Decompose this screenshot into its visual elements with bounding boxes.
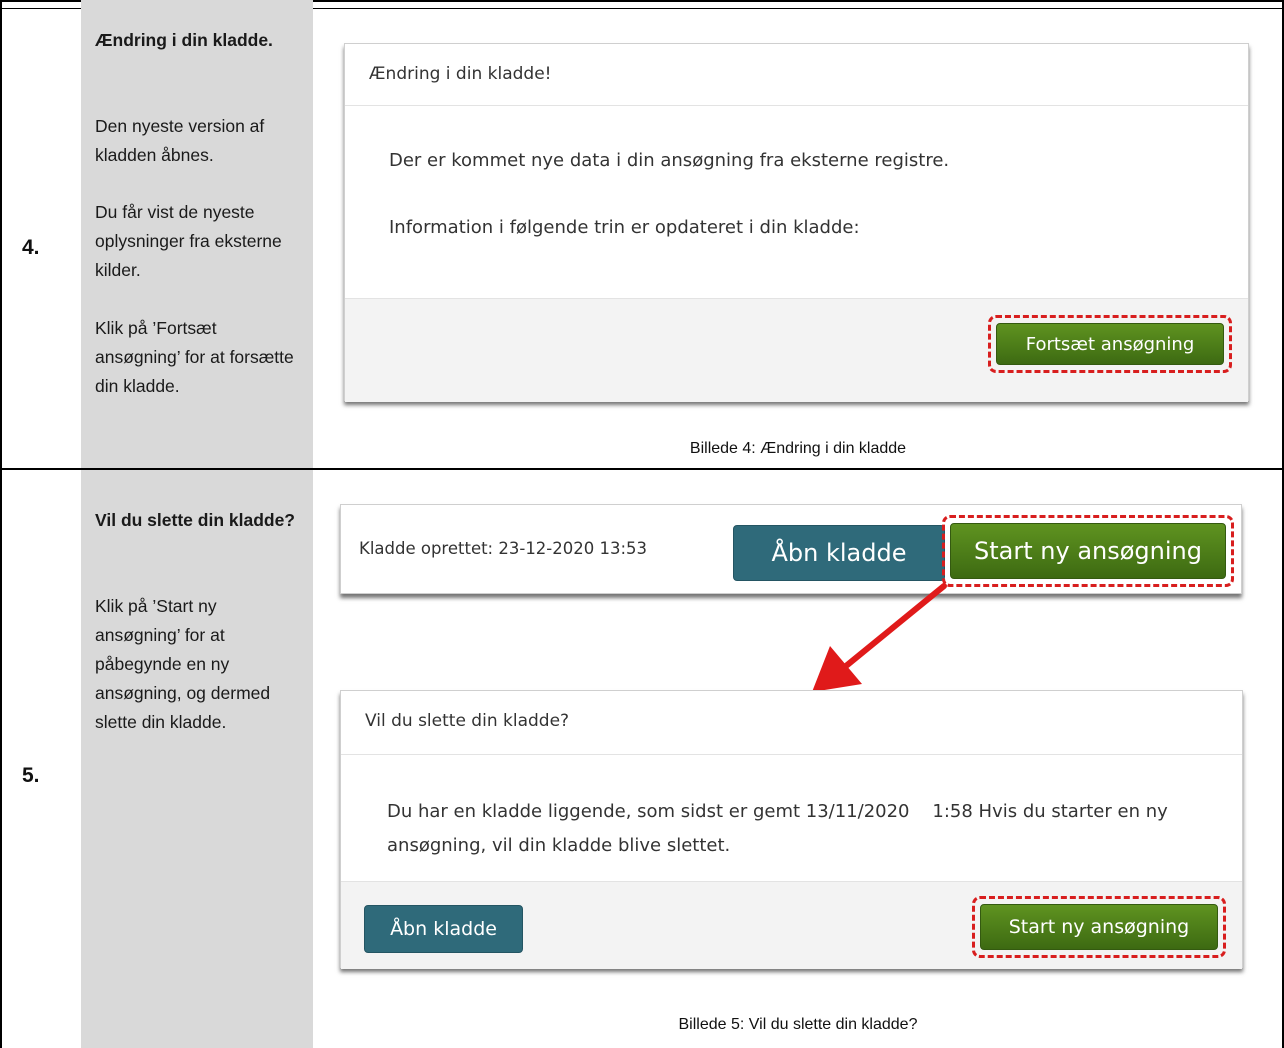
step-row-4: Ændring i din kladde. Den nyeste version… (0, 0, 1284, 468)
red-arrow-icon (812, 583, 947, 692)
start-new-application-button-dialog[interactable]: Start ny ansøgning (980, 904, 1218, 950)
delete-dialog-footer: Åbn kladde Start ny ansøgning (341, 881, 1242, 969)
delete-dialog-body: Du har en kladde liggende, som sidst er … (387, 801, 1174, 856)
step-4-paragraph-1: Den nyeste version af kladden åbnes. (95, 116, 265, 165)
draft-bar: Kladde oprettet: 23-12-2020 13:53 Åbn kl… (340, 504, 1242, 594)
step-4-sidebar: Ændring i din kladde. Den nyeste version… (81, 0, 313, 468)
open-draft-button-dialog[interactable]: Åbn kladde (364, 905, 523, 953)
delete-dialog-header: Vil du slette din kladde? (341, 691, 1242, 755)
change-dialog-line-2: Information i følgende trin er opdateret… (389, 217, 860, 238)
step-5-title: Vil du slette din kladde? (95, 510, 295, 530)
change-dialog-header: Ændring i din kladde! (345, 44, 1248, 106)
continue-application-button[interactable]: Fortsæt ansøgning (996, 323, 1224, 365)
step-4-title: Ændring i din kladde. (95, 30, 273, 50)
step-4-paragraph-2: Du får vist de nyeste oplysninger fra ek… (95, 202, 282, 280)
delete-draft-dialog: Vil du slette din kladde? Du har en klad… (340, 690, 1243, 969)
step-row-5: Vil du slette din kladde? Klik på ’Start… (0, 468, 1284, 1048)
step-5-number: 5. (22, 764, 40, 787)
change-dialog: Ændring i din kladde! Der er kommet nye … (344, 43, 1249, 402)
step-5-paragraph-1: Klik på ’Start ny ansøgning’ for at påbe… (95, 596, 271, 732)
step-5-sidebar: Vil du slette din kladde? Klik på ’Start… (81, 470, 313, 1048)
step-4-paragraph-3: Klik på ’Fortsæt ansøgning’ for at forsæ… (95, 318, 294, 396)
open-draft-button[interactable]: Åbn kladde (733, 525, 945, 581)
change-dialog-line-1: Der er kommet nye data i din ansøgning f… (389, 150, 950, 171)
start-new-application-button[interactable]: Start ny ansøgning (950, 523, 1226, 579)
caption-4: Billede 4: Ændring i din kladde (689, 440, 907, 457)
white-patch (1020, 608, 1046, 618)
caption-5: Billede 5: Vil du slette din kladde? (678, 1016, 918, 1033)
step-4-number: 4. (22, 236, 40, 259)
draft-created-label: Kladde oprettet: 23-12-2020 13:53 (359, 539, 648, 558)
change-dialog-footer: Fortsæt ansøgning (345, 298, 1248, 402)
